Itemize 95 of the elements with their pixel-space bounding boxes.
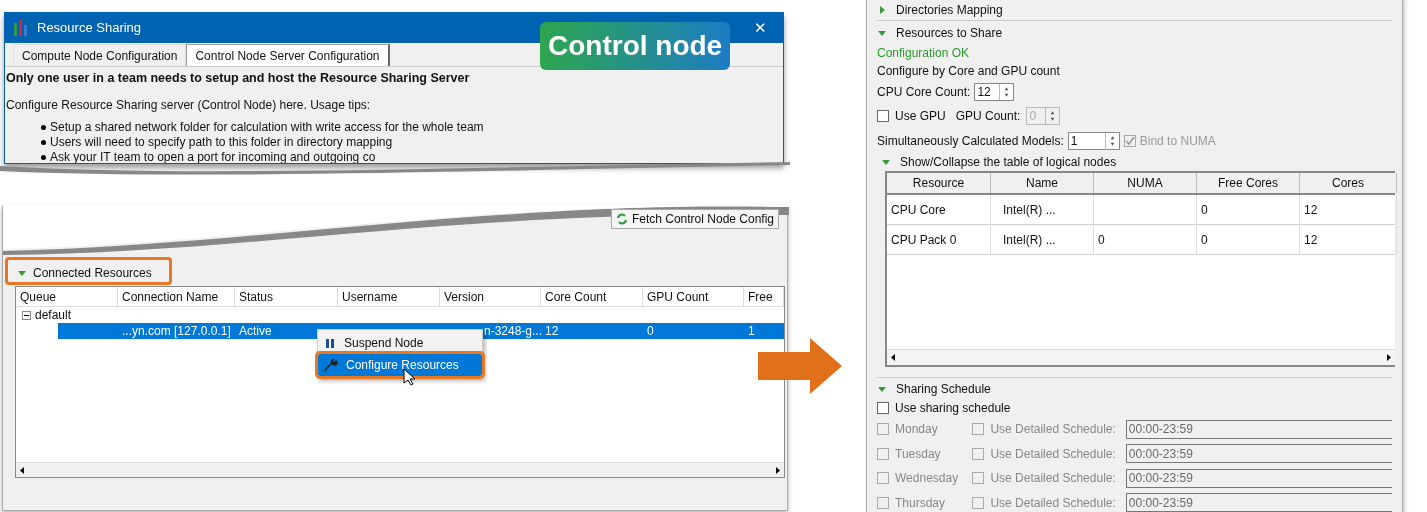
menu-item[interactable]: Configure Resources: [318, 354, 482, 376]
tip-text: Ask your IT team to open a port for incoming and outgoing co: [50, 149, 376, 163]
table-cell-text: 1: [747, 323, 756, 339]
expanded-triangle-icon[interactable]: [17, 268, 27, 278]
tip-text: Users will need to specify path to this folder in directory mapping: [50, 134, 393, 150]
table-cell-text: n-3248-g...: [483, 323, 544, 339]
checkbox[interactable]: [877, 472, 889, 485]
intro-heading: Only one user in a team needs to setup and host the Resource Sharing Server: [5, 70, 471, 87]
column-header[interactable]: Version: [440, 287, 541, 307]
number-spinner[interactable]: 1: [1067, 131, 1120, 150]
checkbox[interactable]: [877, 496, 889, 509]
fetch-config-button[interactable]: Fetch Control Node Config: [610, 209, 779, 229]
horizontal-scrollbar[interactable]: [887, 349, 1395, 365]
table-cell: CPU Core: [891, 203, 946, 217]
table-cell-text: 12: [544, 323, 560, 339]
status-text: Configuration OK: [877, 45, 971, 62]
checkbox-label: Bind to NUMA: [1139, 132, 1216, 150]
schedule-input-field[interactable]: 00:00-23:59: [1125, 493, 1392, 512]
checkbox-label: Monday: [895, 421, 939, 439]
checkbox-label: Use Detailed Schedule:: [990, 494, 1117, 512]
column-header[interactable]: Status: [235, 287, 338, 307]
checkbox[interactable]: [877, 423, 889, 436]
column-header[interactable]: Username: [338, 287, 440, 307]
checkbox[interactable]: [972, 496, 985, 509]
table-cell: 12: [1304, 233, 1318, 247]
collapsed-triangle-icon[interactable]: [877, 4, 887, 15]
checkbox-label: Use Detailed Schedule:: [990, 421, 1117, 439]
checkbox[interactable]: [972, 447, 985, 460]
checkbox[interactable]: [877, 109, 889, 122]
app-logo-icon: [13, 19, 29, 37]
checkbox[interactable]: [877, 402, 889, 414]
table-cell-text: 0: [646, 323, 655, 339]
field-label: CPU Core Count:: [877, 84, 971, 101]
pause-icon: [324, 337, 336, 349]
table-cell: 12: [1304, 203, 1318, 217]
expanded-triangle-icon[interactable]: [881, 157, 891, 167]
intro-text: Configure Resource Sharing server (Control Node) here. Usage tips:: [5, 96, 372, 114]
table-cell: 0: [1201, 203, 1208, 217]
tree-node[interactable]: default: [35, 306, 72, 324]
section-header[interactable]: Directories Mapping: [896, 0, 1003, 19]
checkbox[interactable]: [877, 447, 889, 460]
field-label: GPU Count:: [955, 107, 1021, 125]
close-button[interactable]: ✕: [746, 16, 775, 40]
section-header[interactable]: Resources to Share: [896, 24, 1003, 42]
column-header[interactable]: Connection Name: [118, 287, 235, 307]
field-label: Simultaneously Calculated Models:: [877, 132, 1064, 150]
column-header[interactable]: Resource: [887, 173, 991, 193]
mouse-cursor-icon: [403, 368, 415, 386]
arrow-icon: [758, 338, 842, 394]
schedule-input-field[interactable]: 00:00-23:59: [1125, 419, 1392, 439]
window-title: Resource Sharing: [37, 19, 142, 38]
checkbox[interactable]: [972, 423, 985, 436]
menu-item[interactable]: Suspend Node: [318, 332, 482, 354]
column-header[interactable]: NUMA: [1094, 173, 1197, 193]
bullet-icon: [41, 154, 46, 160]
checkbox-label: Use GPU: [895, 107, 946, 125]
section-header[interactable]: Show/Collapse the table of logical nodes: [900, 153, 1117, 171]
table-cell-text: ...yn.com [127.0.0.1]: [121, 323, 232, 339]
table-cell: Intel(R) ...: [1003, 233, 1056, 247]
expanded-triangle-icon[interactable]: [877, 28, 887, 38]
checkbox-label: Use Detailed Schedule:: [990, 470, 1117, 488]
checkbox-label: Use Detailed Schedule:: [990, 445, 1117, 463]
column-header[interactable]: Name: [991, 173, 1094, 193]
tip-text: Setup a shared network folder for calculation with write access for the whole team: [50, 119, 484, 135]
table-cell: 0: [1098, 233, 1105, 247]
column-header[interactable]: Core Count: [541, 287, 643, 307]
wrench-icon: [324, 358, 338, 372]
section-header[interactable]: Sharing Schedule: [896, 379, 991, 398]
horizontal-scrollbar[interactable]: [16, 462, 784, 477]
table-cell: Intel(R) ...: [1003, 203, 1056, 217]
bullet-icon: [41, 139, 46, 145]
tab[interactable]: Compute Node Configuration: [13, 44, 187, 66]
table-cell: 0: [1201, 233, 1208, 247]
table-cell-text: Active: [238, 323, 273, 339]
column-header[interactable]: Free: [744, 287, 784, 307]
column-header[interactable]: GPU Count: [643, 287, 744, 307]
checkbox[interactable]: [972, 472, 985, 485]
checkbox-label: Use sharing schedule: [895, 400, 1011, 417]
collapse-icon[interactable]: [22, 310, 31, 320]
badge: Control node: [540, 22, 731, 70]
section-header[interactable]: Connected Resources: [33, 264, 152, 282]
column-header[interactable]: Cores: [1300, 173, 1397, 193]
tab[interactable]: Control Node Server Configuration: [186, 44, 390, 66]
schedule-input-field[interactable]: 00:00-23:59: [1125, 444, 1392, 464]
schedule-input-field[interactable]: 00:00-23:59: [1125, 468, 1392, 488]
checkbox-label: Thursday: [895, 494, 947, 512]
number-spinner[interactable]: 12: [974, 83, 1015, 101]
bullet-icon: [41, 124, 46, 130]
column-header[interactable]: Queue: [16, 287, 118, 307]
checkbox-label: Tuesday: [895, 445, 942, 463]
checkbox-label: Wednesday: [895, 470, 960, 488]
refresh-icon: [615, 213, 628, 225]
table-cell: CPU Pack 0: [891, 233, 957, 247]
mode-text: Configure by Core and GPU count: [877, 63, 1061, 80]
column-header[interactable]: Free Cores: [1197, 173, 1300, 193]
